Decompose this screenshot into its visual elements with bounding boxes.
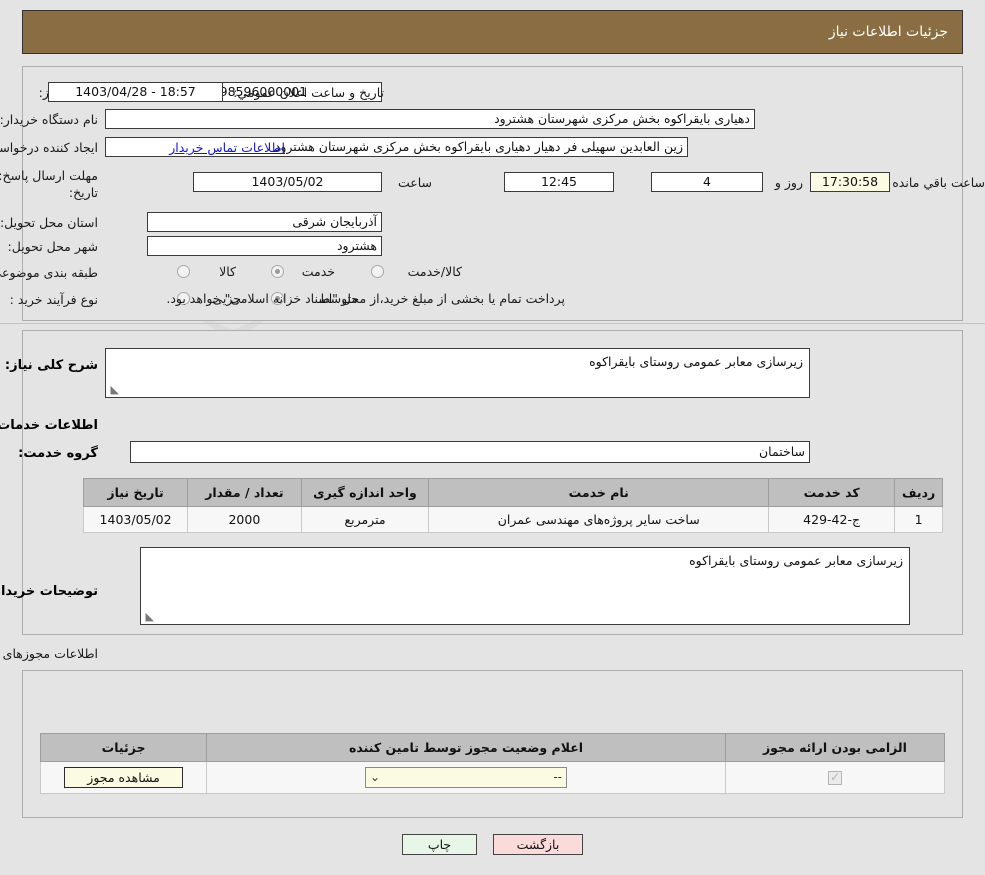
service-group-value: ساختمان — [130, 441, 810, 463]
view-permit-button[interactable]: مشاهده مجوز — [64, 767, 183, 788]
city-value: هشترود — [147, 236, 382, 256]
announce-datetime-value: 1403/04/28 - 18:57 — [48, 82, 223, 102]
col-service-name: نام خدمت — [428, 478, 770, 507]
remaining-days-label: روز و — [774, 175, 803, 190]
buyer-notes-textarea[interactable]: زیرسازی معابر عمومی روستای بایقراکوه ◣ — [140, 547, 910, 625]
radio-category-khedmat-label: خدمت — [301, 264, 335, 279]
radio-category-kala-khedmat-label: کالا/خدمت — [407, 264, 462, 279]
page-title-bar: جزئیات اطلاعات نیاز — [22, 10, 963, 54]
print-button[interactable]: چاپ — [402, 834, 477, 855]
resize-handle-icon[interactable]: ◣ — [109, 384, 119, 395]
cell-service-code: ج-42-429 — [768, 506, 896, 533]
radio-category-khedmat[interactable] — [271, 265, 284, 278]
radio-category-kala-khedmat[interactable] — [371, 265, 384, 278]
permits-section-title: اطلاعات مجوزهای ارائه خدمت / کالا — [0, 646, 98, 661]
buyer-notes-label: توضیحات خریدار: — [0, 584, 98, 599]
buyer-org-label: نام دستگاه خریدار: — [0, 112, 98, 127]
col-permit-status: اعلام وضعیت مجوز توسط تامین کننده — [206, 733, 726, 762]
buyer-notes-value: زیرسازی معابر عمومی روستای بایقراکوه — [689, 553, 903, 568]
deadline-date-value: 1403/05/02 — [193, 172, 382, 192]
page-title: جزئیات اطلاعات نیاز — [828, 24, 948, 40]
buyer-contact-link[interactable]: اطلاعات تماس خریدار — [169, 140, 285, 155]
treasury-note: پرداخت تمام یا بخشی از مبلغ خرید،از محل … — [166, 291, 565, 306]
col-unit: واحد اندازه گیری — [300, 478, 430, 507]
col-permit-required: الزامی بودن ارائه مجوز — [724, 733, 946, 762]
province-label: استان محل تحویل: — [0, 215, 98, 230]
process-label: نوع فرآیند خرید : — [9, 292, 98, 307]
creator-label: ایجاد کننده درخواست: — [0, 140, 98, 155]
table-row: 1 ج-42-429 ساخت سایر پروژه‌های مهندسی عم… — [82, 506, 943, 533]
radio-category-kala[interactable] — [177, 265, 190, 278]
general-desc-label: شرح کلی نیاز: — [4, 358, 98, 373]
cell-permit-required — [724, 761, 946, 794]
remaining-time-label: ساعت باقي مانده — [892, 175, 985, 190]
deadline-label-line1: مهلت ارسال پاسخ: تا — [0, 168, 98, 183]
general-desc-textarea[interactable]: زیرسازی معابر عمومی روستای بایقراکوه ◣ — [105, 348, 810, 398]
cell-unit: مترمربع — [300, 506, 430, 533]
section-divider-1 — [0, 323, 985, 324]
deadline-time-label: ساعت — [397, 175, 432, 190]
general-desc-value: زیرسازی معابر عمومی روستای بایقراکوه — [589, 354, 803, 369]
services-info-title: اطلاعات خدمات مورد نیاز — [0, 418, 98, 433]
col-service-code: کد خدمت — [768, 478, 896, 507]
remaining-days-value: 4 — [651, 172, 763, 192]
permit-required-checkbox — [827, 769, 842, 786]
page-root: AnaTender.net جزئیات اطلاعات نیاز شماره … — [0, 0, 985, 875]
cell-service-name: ساخت سایر پروژه‌های مهندسی عمران — [428, 506, 770, 533]
col-need-date: تاریخ نیاز — [82, 478, 189, 507]
deadline-label-line2: تاریخ: — [68, 185, 98, 200]
table-row: ⌄ -- مشاهده مجوز — [39, 761, 946, 794]
resize-handle-icon[interactable]: ◣ — [144, 611, 154, 622]
cell-quantity: 2000 — [187, 506, 302, 533]
province-value: آذربایجان شرقی — [147, 212, 382, 232]
permit-status-value: -- — [553, 770, 563, 784]
buyer-org-value: دهیاری بایقراکوه بخش مرکزی شهرستان هشترو… — [105, 109, 755, 129]
services-table-header-row: ردیف کد خدمت نام خدمت واحد اندازه گیری ت… — [82, 478, 943, 507]
cell-row-no: 1 — [894, 506, 943, 533]
need-summary-panel — [22, 66, 963, 321]
col-quantity: تعداد / مقدار — [187, 478, 302, 507]
service-group-label: گروه خدمت: — [18, 446, 98, 461]
services-table: ردیف کد خدمت نام خدمت واحد اندازه گیری ت… — [82, 478, 943, 533]
chevron-down-icon: ⌄ — [370, 770, 381, 784]
col-row-no: ردیف — [894, 478, 943, 507]
permit-status-select[interactable]: ⌄ -- — [365, 767, 568, 788]
announce-datetime-label: تاریخ و ساعت اعلان عمومي: — [233, 85, 384, 100]
city-label: شهر محل تحویل: — [7, 239, 98, 254]
radio-category-kala-label: کالا — [219, 264, 236, 279]
category-label: طبقه بندی موضوعی: — [0, 265, 98, 280]
col-permit-details: جزئیات — [39, 733, 208, 762]
cell-permit-status: ⌄ -- — [206, 761, 726, 794]
permits-table-header-row: الزامی بودن ارائه مجوز اعلام وضعیت مجوز … — [39, 733, 946, 762]
permits-table: الزامی بودن ارائه مجوز اعلام وضعیت مجوز … — [39, 733, 946, 794]
back-button[interactable]: بازگشت — [493, 834, 583, 855]
cell-need-date: 1403/05/02 — [82, 506, 189, 533]
cell-permit-details: مشاهده مجوز — [39, 761, 208, 794]
deadline-time-value: 12:45 — [504, 172, 614, 192]
